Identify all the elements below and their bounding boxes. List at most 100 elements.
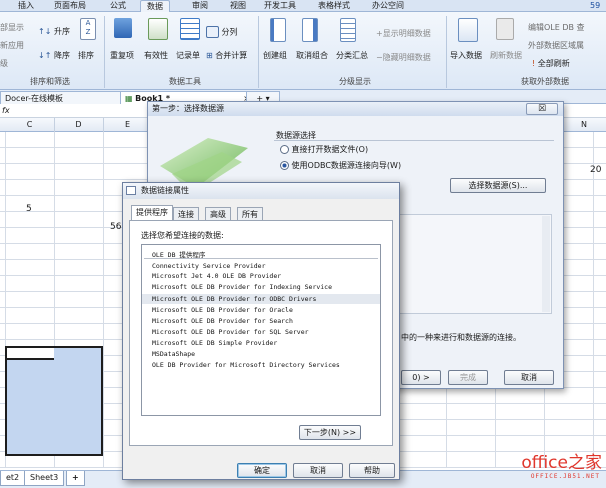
refresh-all-button[interactable]: ! 全部刷新 [532, 58, 570, 69]
record-form-icon[interactable] [180, 18, 200, 40]
wizard-title: 第一步：选择数据源 [148, 102, 563, 116]
provider-item[interactable]: Microsoft OLE DB Provider for Oracle [152, 306, 293, 314]
tab-view[interactable]: 视图 [224, 0, 252, 12]
remove-duplicates-button[interactable]: 重复项 [110, 50, 134, 61]
tab-table-style[interactable]: 表格样式 [312, 0, 356, 12]
sort-desc-button[interactable]: ↓↑ 降序 [38, 50, 70, 61]
close-icon[interactable]: ☒ [526, 103, 558, 115]
wizard-cancel-button[interactable]: 取消 [504, 370, 554, 385]
tab-page-layout[interactable]: 页面布局 [48, 0, 92, 12]
provider-item[interactable]: OLE DB Provider for Microsoft Directory … [152, 361, 340, 369]
provider-item[interactable]: MSDataShape [152, 350, 195, 358]
provider-item[interactable]: Microsoft OLE DB Provider for Search [152, 317, 293, 325]
remove-duplicates-icon[interactable] [114, 18, 132, 38]
provider-item[interactable]: Microsoft OLE DB Provider for SQL Server [152, 328, 309, 336]
column-header-d[interactable]: D [54, 118, 104, 132]
record-form-button[interactable]: 记录单 [176, 50, 200, 61]
column-header-n[interactable]: N [560, 118, 606, 132]
refresh-all-label: 全部刷新 [537, 59, 570, 68]
subtotal-icon[interactable] [340, 18, 356, 42]
select-data-source-button[interactable]: 选择数据源(S)... [450, 178, 546, 193]
ribbon-partial-1: 部显示 [0, 23, 24, 32]
ribbon-divider [104, 16, 105, 88]
consolidate-icon: ⊞ [206, 51, 213, 60]
split-column-label: 分列 [221, 27, 238, 37]
tab-developer[interactable]: 开发工具 [258, 0, 302, 12]
radio-unchecked-icon [280, 145, 289, 154]
show-detail-button[interactable]: +显示明细数据 [376, 28, 431, 39]
subtotal-button[interactable]: 分类汇总 [336, 50, 368, 61]
refresh-data-icon[interactable] [496, 18, 514, 40]
import-data-button[interactable]: 导入数据 [450, 50, 482, 61]
wizard-finish-button[interactable]: 完成 [448, 370, 488, 385]
ribbon-tab-bar: 插入 页面布局 公式 数据 审阅 视图 开发工具 表格样式 办公空间 59 [0, 0, 606, 13]
validity-button[interactable]: 有效性 [144, 50, 168, 61]
refresh-data-button[interactable]: 刷新数据 [490, 50, 522, 61]
cell-c-value[interactable]: 5 [26, 204, 32, 214]
ribbon-partial-2: 新应用 [0, 41, 24, 50]
dialog-app-icon [126, 186, 136, 195]
watermark-sub: OFFICE.JB51.NET [530, 473, 600, 480]
consolidate-button[interactable]: ⊞ 合并计算 [206, 50, 247, 61]
tab-office-space[interactable]: 办公空间 [366, 0, 410, 12]
radio-odbc-wizard[interactable]: 使用ODBC数据源连接向导(W) [280, 160, 401, 171]
provider-item[interactable]: Microsoft Jet 4.0 OLE DB Provider [152, 272, 281, 280]
ribbon-divider [446, 16, 447, 88]
split-column-button[interactable]: 分列 [206, 26, 238, 38]
ok-button[interactable]: 确定 [237, 463, 287, 478]
ungroup-icon[interactable] [302, 18, 318, 42]
column-header-e[interactable]: E [103, 118, 153, 132]
add-sheet-button[interactable]: + [66, 471, 85, 486]
external-range-button[interactable]: 外部数据区域属 [528, 40, 584, 51]
watermark-main: office之家 [521, 453, 602, 473]
next-step-button[interactable]: 下一步(N) >> [299, 425, 361, 440]
tab-connection[interactable]: 连接 [173, 207, 199, 220]
tab-all[interactable]: 所有 [237, 207, 263, 220]
refresh-all-icon: ! [532, 59, 536, 68]
provider-list[interactable]: OLE DB 提供程序 Connectivity Service Provide… [141, 244, 381, 416]
radio-open-file[interactable]: 直接打开数据文件(O) [280, 144, 368, 155]
ribbon-panel: 部显示 新应用 级 ↑↓ 升序 ↓↑ 降序 AZ 排序 重复项 有效性 记录单 … [0, 12, 606, 90]
help-button[interactable]: 帮助 [349, 463, 395, 478]
selected-range[interactable] [5, 346, 103, 456]
tab-review[interactable]: 审阅 [186, 0, 214, 12]
edit-oledb-button[interactable]: 编辑OLE DB 查 [528, 22, 585, 33]
doc-tab-docer[interactable]: Docer-在线模板 × [0, 91, 130, 105]
sort-button[interactable]: 排序 [78, 50, 94, 61]
radio-open-file-label: 直接打开数据文件(O) [291, 145, 369, 154]
cell-n-value[interactable]: 20 [590, 165, 601, 175]
doc-tab-docer-label: Docer-在线模板 [5, 94, 64, 103]
sort-az-icon[interactable]: AZ [80, 18, 96, 40]
tab-advanced[interactable]: 高级 [205, 207, 231, 220]
tab-formula[interactable]: 公式 [104, 0, 132, 12]
hide-detail-button[interactable]: −隐藏明细数据 [376, 52, 431, 63]
cancel-button[interactable]: 取消 [293, 463, 343, 478]
fx-icon: fx [2, 106, 10, 115]
sheet-tab-sheet3[interactable]: Sheet3 [24, 471, 65, 486]
import-data-icon[interactable] [458, 18, 478, 42]
column-header-c[interactable]: C [5, 118, 55, 132]
group-label-sort: 排序和筛选 [30, 77, 70, 86]
sort-asc-button[interactable]: ↑↓ 升序 [38, 26, 70, 37]
sort-desc-icon: ↓↑ [38, 51, 52, 60]
validity-icon[interactable] [148, 18, 168, 40]
create-group-button[interactable]: 创建组 [263, 50, 287, 61]
data-link-title: 数据链接属性 [123, 183, 399, 199]
tab-insert[interactable]: 插入 [12, 0, 40, 12]
tab-provider[interactable]: 提供程序 [131, 205, 173, 221]
active-cell[interactable] [5, 346, 54, 360]
group-label-outline: 分级显示 [339, 77, 371, 86]
provider-item-selected[interactable]: Microsoft OLE DB Provider for ODBC Drive… [152, 295, 316, 303]
ribbon-divider [258, 16, 259, 88]
provider-item[interactable]: Microsoft OLE DB Simple Provider [152, 339, 277, 347]
panel-scrollbar[interactable] [542, 216, 550, 312]
provider-item[interactable]: Microsoft OLE DB Provider for Indexing S… [152, 283, 332, 291]
wizard-next-button[interactable]: 0) > [401, 370, 441, 385]
cell-e-value[interactable]: 56 [110, 222, 121, 232]
ungroup-button[interactable]: 取消组合 [296, 50, 328, 61]
ribbon-corner-number: 59 [590, 1, 601, 10]
sheet-tab-sheet2[interactable]: et2 [0, 471, 26, 486]
provider-item[interactable]: Connectivity Service Provider [152, 262, 266, 270]
group-icon[interactable] [270, 18, 286, 42]
data-link-properties-dialog: 数据链接属性 提供程序 连接 高级 所有 选择您希望连接的数据: OLE DB … [122, 182, 400, 480]
